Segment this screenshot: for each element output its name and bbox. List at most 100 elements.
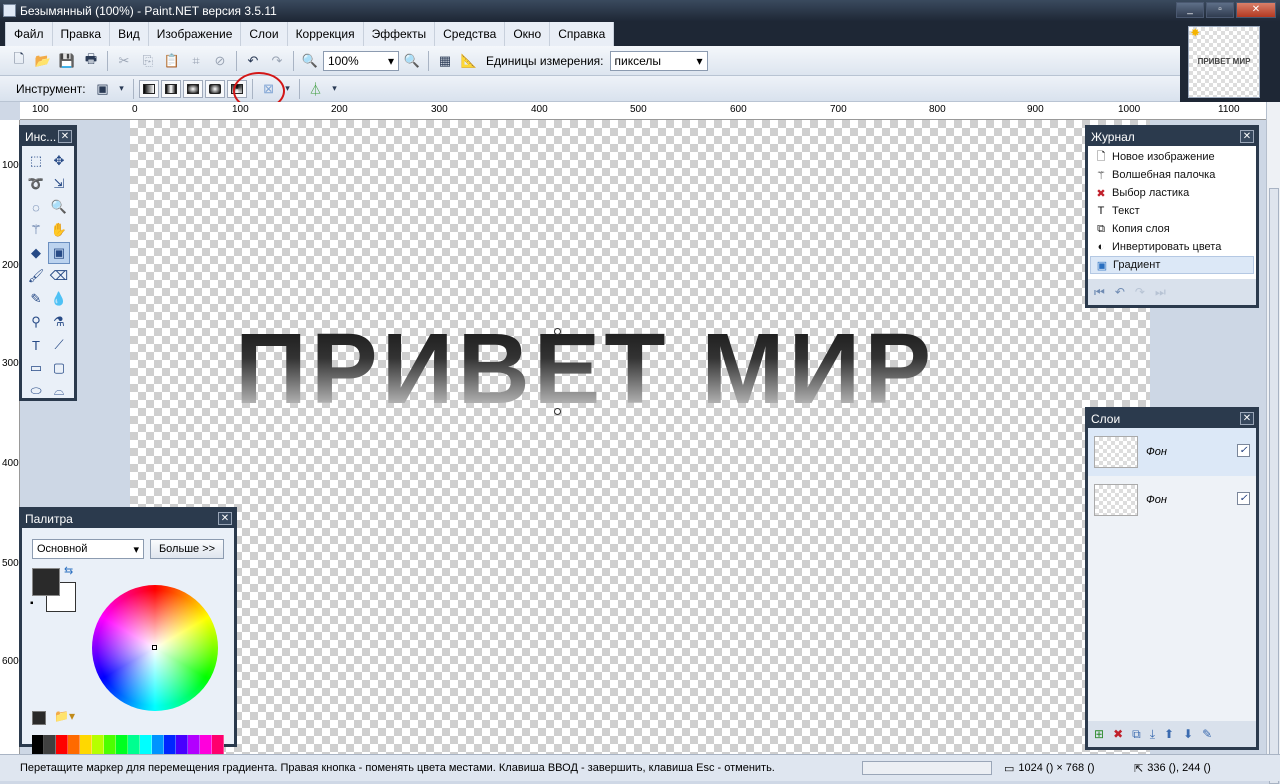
color-wheel[interactable] [92,585,218,711]
maximize-button[interactable]: ▫ [1206,2,1234,18]
layer-visibility-checkbox[interactable]: ✓ [1237,444,1250,457]
lasso-select-icon[interactable]: ➰ [25,173,47,195]
menu-layers[interactable]: Слои [241,22,288,46]
more-button[interactable]: Больше >> [150,539,224,559]
gradient-tool-icon[interactable]: ▣ [92,78,114,100]
menu-effects[interactable]: Эффекты [363,22,436,46]
rectangle-select-icon[interactable]: ⬚ [25,150,47,172]
scrollbar-thumb[interactable] [1269,188,1279,784]
menu-image[interactable]: Изображение [148,22,242,46]
history-item[interactable]: ▣ Градиент [1090,256,1254,274]
eraser-icon[interactable]: ⌫ [48,265,70,287]
layer-row[interactable]: Фон ✓ [1088,428,1256,476]
grid-icon[interactable]: ▦ [434,50,456,72]
add-color-icon[interactable] [32,711,46,725]
save-icon[interactable]: 💾 [56,50,78,72]
paint-bucket-icon[interactable]: ◆ [25,242,47,264]
last-step-icon[interactable]: ⏭ [1155,285,1166,300]
close-icon[interactable]: ✕ [218,512,232,525]
open-file-icon[interactable]: 📂 [32,50,54,72]
menu-window[interactable]: Окно [505,22,551,46]
copy-icon[interactable]: ⎘ [137,50,159,72]
image-thumbnail[interactable]: ✸ ПРИВЕТ МИР [1188,26,1260,98]
history-item[interactable]: ✖ Выбор ластика [1090,184,1254,202]
delete-layer-icon[interactable]: ✖ [1113,727,1123,741]
history-item[interactable]: ◐ Инвертировать цвета [1090,238,1254,256]
layer-row[interactable]: Фон ✓ [1088,476,1256,524]
swap-colors-icon[interactable]: ⇆ [64,564,73,577]
first-step-icon[interactable]: ⏮ [1094,285,1105,300]
palette-mode-select[interactable]: Основной ▾ [32,539,144,559]
history-item[interactable]: 🗋 Новое изображение [1090,148,1254,166]
magic-wand-icon[interactable]: ⚚ [25,219,47,241]
primary-color-swatch[interactable] [32,568,60,596]
undo-icon[interactable]: ↶ [242,50,264,72]
ellipse-icon[interactable]: ⬭ [25,380,47,402]
undo-icon[interactable]: ↶ [1115,285,1125,299]
color-picker-icon[interactable]: 💧 [48,288,70,310]
zoom-out-icon[interactable]: 🔍 [299,50,321,72]
layer-properties-icon[interactable]: ✎ [1202,727,1212,741]
crop-icon[interactable]: ⌗ [185,50,207,72]
ellipse-select-icon[interactable]: ◌ [25,196,47,218]
rectangle-icon[interactable]: ▭ [25,357,47,379]
image-canvas[interactable]: ПРИВЕТ МИР [130,120,1150,754]
history-item[interactable]: ⧉ Копия слоя [1090,220,1254,238]
menu-file[interactable]: Файл [5,22,53,46]
chevron-down-icon[interactable]: ▾ [329,78,341,100]
palette-menu-icon[interactable]: 📁▾ [54,709,75,723]
zoom-select[interactable]: 100% ▾ [323,50,399,71]
close-button[interactable]: ✕ [1236,2,1276,18]
rounded-rectangle-icon[interactable]: ▢ [48,357,70,379]
cut-icon[interactable]: ✂ [113,50,135,72]
reflected-gradient-button[interactable] [160,79,181,98]
menu-help[interactable]: Справка [550,22,615,46]
menu-utilities[interactable]: Средства [435,22,506,46]
history-item[interactable]: T Текст [1090,202,1254,220]
print-icon[interactable]: 🖶 [80,50,102,72]
units-select[interactable]: пикселы ▾ [609,50,708,71]
menu-view[interactable]: Вид [110,22,149,46]
gradient-start-handle[interactable] [554,328,561,335]
gradient-icon[interactable]: ▣ [48,242,70,264]
close-icon[interactable]: ✕ [58,130,72,143]
recolor-icon[interactable]: ⚗ [48,311,70,333]
redo-icon[interactable]: ↷ [1135,285,1145,299]
clone-stamp-icon[interactable]: ⚲ [25,311,47,333]
minimize-button[interactable]: _ [1176,2,1204,18]
move-selection-icon[interactable]: ⇲ [48,173,70,195]
radial-gradient-button[interactable] [204,79,225,98]
gradient-end-handle[interactable] [554,408,561,415]
close-icon[interactable]: ✕ [1240,130,1254,143]
merge-layer-down-icon[interactable]: ⤓ [1150,727,1155,742]
menu-edit[interactable]: Правка [52,22,111,46]
paste-icon[interactable]: 📋 [161,50,183,72]
layer-visibility-checkbox[interactable]: ✓ [1237,492,1250,505]
zoom-icon[interactable]: 🔍 [48,196,70,218]
vertical-scrollbar[interactable] [1266,102,1280,784]
linear-gradient-button[interactable] [138,79,159,98]
chevron-down-icon[interactable]: ▾ [116,78,128,100]
close-icon[interactable]: ✕ [1240,412,1254,425]
menu-adjustments[interactable]: Коррекция [287,22,364,46]
duplicate-layer-icon[interactable]: ⧉ [1132,727,1141,742]
new-file-icon[interactable]: 🗋 [8,50,30,72]
add-layer-icon[interactable]: ⊞ [1094,727,1104,741]
rulers-icon[interactable]: 📐 [458,50,480,72]
move-layer-up-icon[interactable]: ⬆ [1164,727,1174,741]
deselect-icon[interactable]: ⊘ [209,50,231,72]
pan-icon[interactable]: ✋ [48,219,70,241]
text-icon[interactable]: T [25,334,47,356]
diamond-gradient-button[interactable] [182,79,203,98]
move-selected-icon[interactable]: ✥ [48,150,70,172]
history-item[interactable]: ⚚ Волшебная палочка [1090,166,1254,184]
freeform-shape-icon[interactable]: ⌓ [48,380,70,402]
pencil-icon[interactable]: ✎ [25,288,47,310]
reset-colors-icon[interactable]: ▪ [30,598,34,609]
line-curve-icon[interactable]: ⟋ [48,334,70,356]
redo-icon[interactable]: ↷ [266,50,288,72]
antialiasing-icon[interactable]: ⏃ [305,78,327,100]
paintbrush-icon[interactable]: 🖌 [25,265,47,287]
move-layer-down-icon[interactable]: ⬇ [1183,727,1193,741]
zoom-in-icon[interactable]: 🔍 [401,50,423,72]
